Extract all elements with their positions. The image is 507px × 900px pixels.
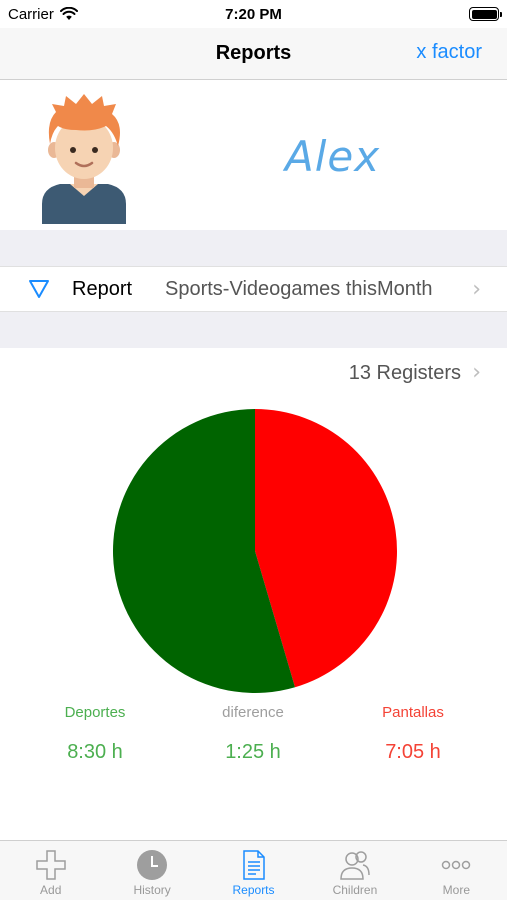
battery-fill — [471, 9, 497, 19]
tab-add[interactable]: Add — [0, 841, 101, 900]
chevron-right-icon: › — [472, 276, 481, 302]
tab-label: More — [442, 883, 470, 897]
deportes-label: Deportes — [64, 704, 126, 721]
deportes-stat: Deportes 8:30 h — [20, 704, 170, 764]
report-selector-row[interactable]: Report Sports-Videogames thisMonth › — [0, 266, 507, 312]
tab-children[interactable]: Children — [304, 841, 405, 900]
status-bar: Carrier 7:20 PM — [0, 0, 507, 28]
avatar[interactable] — [36, 92, 132, 224]
document-icon — [242, 850, 265, 880]
tab-label: Reports — [232, 883, 275, 897]
clock-icon — [137, 850, 168, 880]
section-separator — [0, 312, 507, 348]
more-icon — [442, 860, 471, 870]
page-title: Reports — [215, 42, 292, 64]
tab-label: Children — [332, 883, 378, 897]
x-factor-button[interactable]: x factor — [416, 41, 482, 64]
navigation-bar: Reports x factor — [0, 28, 507, 80]
profile-header: Alex — [0, 80, 507, 230]
pantallas-label: Pantallas — [382, 704, 444, 721]
diference-label: diference — [222, 704, 284, 721]
plus-icon — [35, 850, 66, 880]
tab-history[interactable]: History — [101, 841, 202, 900]
registers-link[interactable]: 13 Registers — [349, 362, 461, 385]
section-separator — [0, 230, 507, 266]
tab-more[interactable]: More — [406, 841, 507, 900]
tab-label: Add — [40, 883, 62, 897]
tab-label: History — [133, 883, 171, 897]
people-icon — [340, 851, 370, 880]
report-value: Sports-Videogames thisMonth — [165, 278, 433, 300]
status-left: Carrier — [8, 6, 78, 23]
wifi-icon — [59, 7, 78, 20]
diference-value: 1:25 h — [225, 741, 281, 763]
tab-bar: Add History Reports Children More — [0, 840, 507, 900]
pantallas-value: 7:05 h — [385, 741, 441, 763]
report-content: 13 Registers › Deportes 8:30 h diference… — [0, 348, 507, 840]
diference-stat: diference 1:25 h — [178, 704, 328, 764]
pantallas-stat: Pantallas 7:05 h — [338, 704, 488, 764]
tab-reports[interactable]: Reports — [203, 841, 304, 900]
battery-icon — [469, 7, 502, 21]
deportes-value: 8:30 h — [67, 741, 123, 763]
chevron-right-icon: › — [472, 360, 481, 385]
report-label: Report — [72, 278, 133, 300]
filter-icon[interactable] — [28, 279, 50, 299]
profile-name: Alex — [285, 132, 381, 181]
carrier-label: Carrier — [8, 5, 54, 23]
pie-chart — [113, 409, 397, 693]
